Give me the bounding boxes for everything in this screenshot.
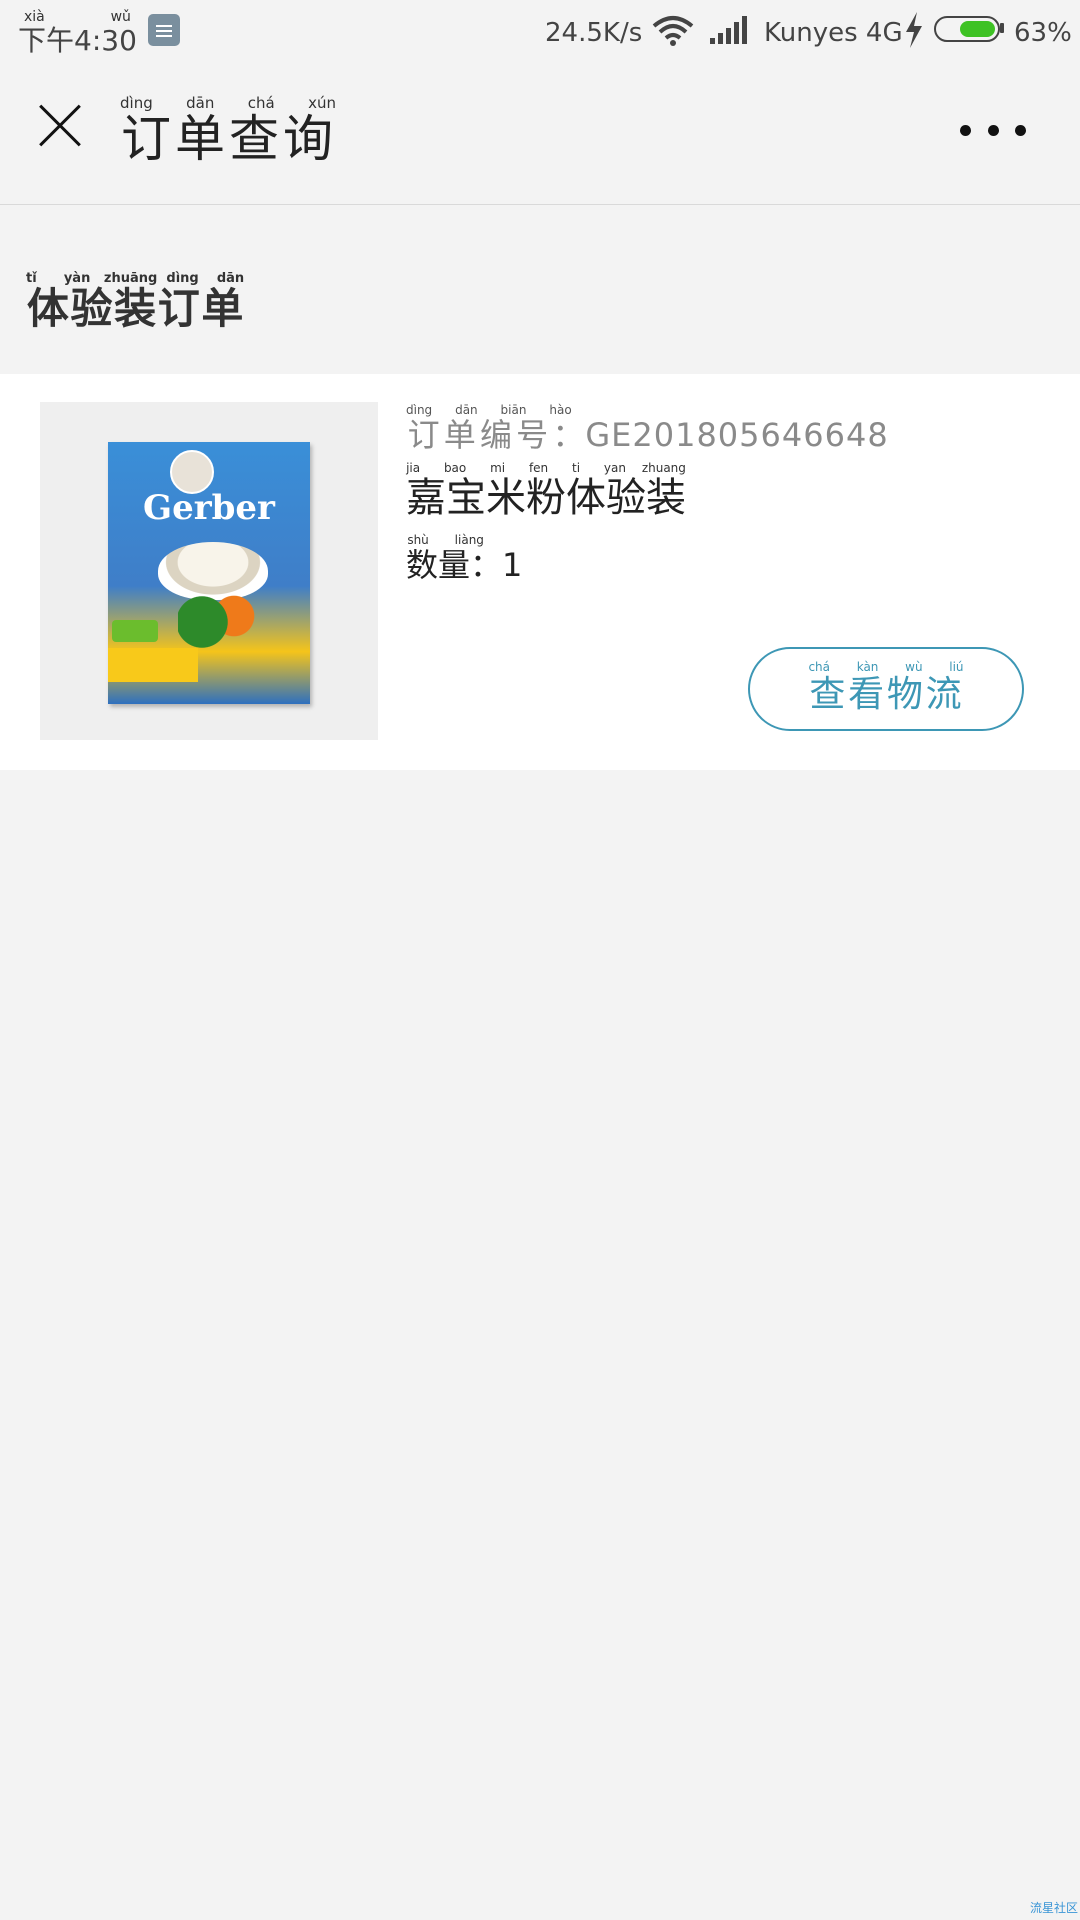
- order-number-value: GE201805646648: [585, 416, 889, 454]
- page-title: 订单查询dìng dān chá xún: [120, 94, 336, 168]
- order-card[interactable]: Gerber 订单编号：dìng dān biān hào GE20180564…: [0, 374, 1080, 770]
- order-number-label: 订单编号：: [406, 416, 587, 454]
- more-dot: [987, 124, 999, 136]
- charging-icon: [906, 12, 922, 48]
- carrier-label: Kunyes 4G: [764, 18, 903, 48]
- more-dot: [1015, 124, 1026, 136]
- network-speed: 24.5K/s: [545, 18, 643, 48]
- more-icon[interactable]: [960, 122, 1026, 138]
- quantity: 数量：shù liàng 1: [406, 533, 523, 584]
- view-logistics-button[interactable]: 查看物流chá kàn wù liú: [748, 647, 1024, 731]
- yellow-tag: [108, 648, 198, 682]
- status-bar: 下午4:30xià wǔ 24.5K/s Kunyes 4G 63%: [0, 0, 1080, 66]
- signal-icon: [710, 16, 747, 44]
- brand-logo: Gerber: [143, 488, 275, 528]
- section-title: 体验装订单tǐ yàn zhuāng dìng dān: [26, 271, 245, 333]
- battery-fill: [960, 21, 995, 37]
- product-name: 嘉宝米粉体验装jia bao mi fen ti yan zhuang: [406, 461, 686, 521]
- order-number: 订单编号：dìng dān biān hào GE201805646648: [406, 403, 889, 454]
- title-bar: 订单查询dìng dān chá xún: [0, 66, 1080, 205]
- watermark: 流星社区: [1029, 1901, 1078, 1915]
- product-image[interactable]: Gerber: [40, 402, 378, 740]
- battery-tip: [1000, 23, 1004, 33]
- green-tag: [112, 620, 158, 642]
- notification-icon: [148, 14, 180, 46]
- product-box-illustration: Gerber: [108, 442, 310, 704]
- status-time: 下午4:30xià wǔ: [18, 9, 137, 57]
- status-time-text: 下午4:30: [18, 24, 137, 57]
- quantity-label: 数量：: [406, 546, 503, 584]
- quantity-value: 1: [502, 546, 523, 584]
- close-icon[interactable]: [36, 102, 84, 150]
- battery-percent: 63%: [1014, 18, 1072, 48]
- more-dot: [960, 124, 971, 136]
- battery-icon: [934, 16, 1000, 42]
- vegetables: [178, 592, 258, 652]
- wifi-icon: [652, 16, 694, 46]
